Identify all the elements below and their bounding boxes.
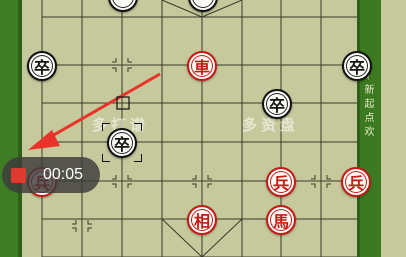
selection-corner	[134, 154, 142, 162]
xiangqi-board-view: 多打谱 多资盘 ~新起点欢 卒 卒 卒 卒 車 兵 兵 兵 相 馬 00:05	[0, 0, 406, 257]
black-pawn-selected[interactable]: 卒	[107, 128, 137, 158]
red-chariot[interactable]: 車	[187, 51, 217, 81]
annotation-arrow	[28, 72, 161, 150]
red-soldier-right[interactable]: 兵	[341, 167, 371, 197]
side-caption: ~新起点欢	[362, 72, 373, 141]
red-soldier-center[interactable]: 兵	[266, 167, 296, 197]
screen-recorder-pill[interactable]: 00:05	[2, 157, 100, 193]
selection-corner	[102, 123, 110, 131]
selection-corner	[102, 154, 110, 162]
black-pawn-center[interactable]: 卒	[262, 89, 292, 119]
selection-corner	[134, 123, 142, 131]
recording-timer: 00:05	[43, 166, 84, 183]
stop-recording-icon[interactable]	[11, 167, 26, 183]
red-elephant[interactable]: 相	[187, 205, 217, 235]
black-pawn-right-edge[interactable]: 卒	[342, 51, 372, 81]
black-pawn-left[interactable]: 卒	[27, 51, 57, 81]
red-horse[interactable]: 馬	[266, 205, 296, 235]
